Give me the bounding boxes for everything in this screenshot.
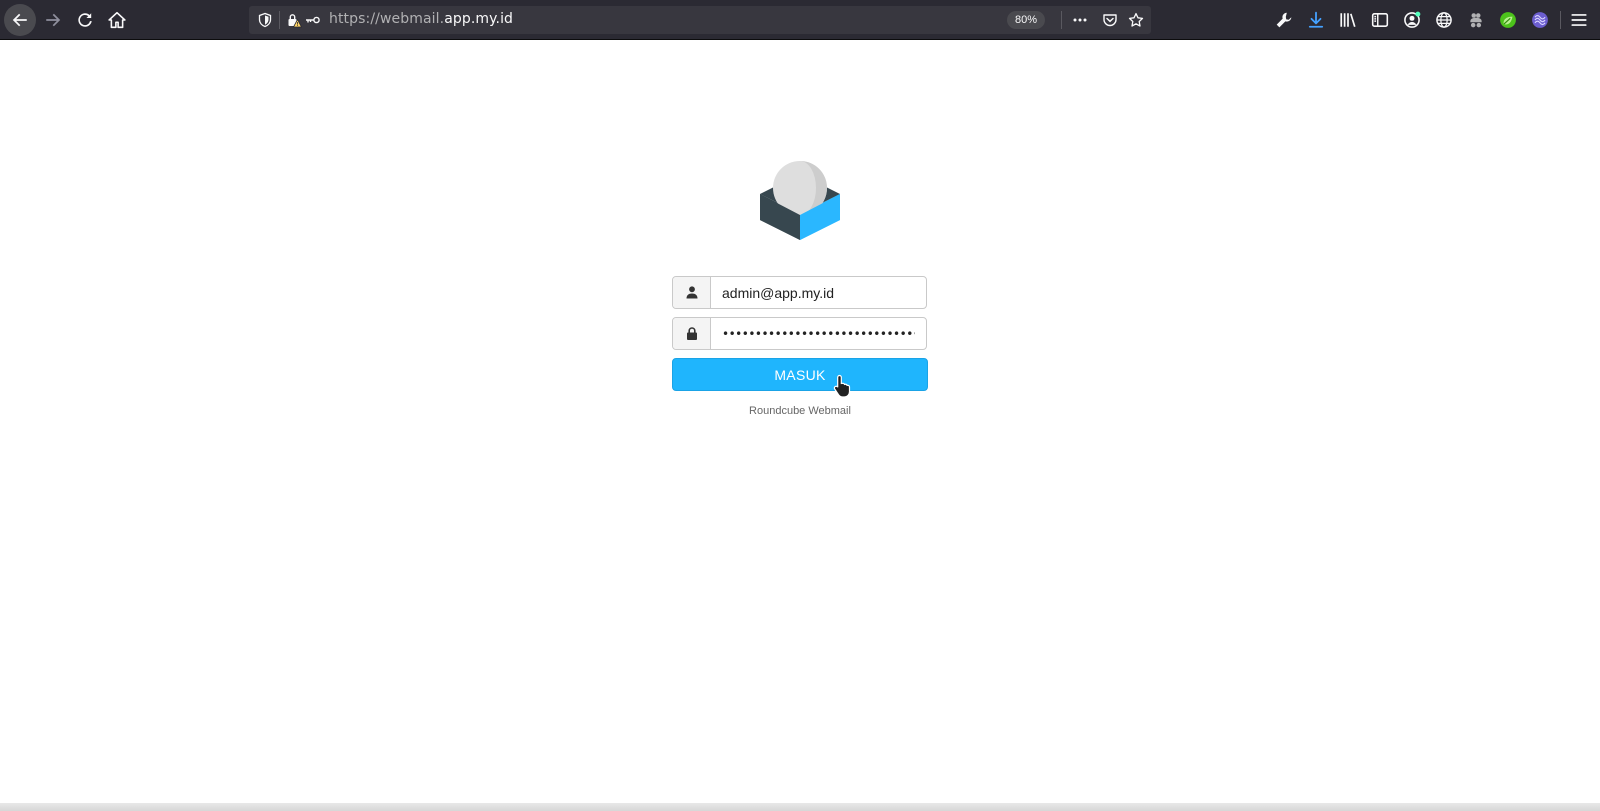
url-text: https://webmail.app.my.id bbox=[329, 11, 513, 27]
account-icon[interactable] bbox=[1401, 9, 1423, 31]
back-button[interactable] bbox=[4, 4, 36, 36]
username-input[interactable] bbox=[711, 277, 926, 308]
reload-button[interactable] bbox=[70, 5, 100, 35]
user-icon bbox=[673, 277, 711, 308]
puzzle-extension-icon[interactable] bbox=[1465, 9, 1487, 31]
product-name: Roundcube Webmail bbox=[749, 405, 851, 417]
sidebar-icon[interactable] bbox=[1369, 9, 1391, 31]
tracking-shield-icon[interactable] bbox=[256, 11, 274, 29]
download-icon[interactable] bbox=[1305, 9, 1327, 31]
login-submit-button[interactable]: MASUK bbox=[672, 358, 928, 391]
bookmark-star-icon[interactable] bbox=[1127, 11, 1145, 29]
library-icon[interactable] bbox=[1337, 9, 1359, 31]
url-host: app.my.id bbox=[444, 11, 514, 27]
reload-icon bbox=[78, 13, 92, 27]
hamburger-menu-icon[interactable] bbox=[1568, 9, 1590, 31]
username-field bbox=[672, 276, 927, 309]
url-separator-right bbox=[1061, 11, 1062, 29]
url-separator bbox=[279, 11, 280, 29]
toolbar-separator bbox=[1560, 11, 1561, 29]
pocket-icon[interactable] bbox=[1101, 11, 1119, 29]
zoom-badge[interactable]: 80% bbox=[1007, 11, 1045, 29]
url-bar[interactable]: https://webmail.app.my.id 80% bbox=[249, 6, 1151, 34]
globe-icon[interactable] bbox=[1433, 9, 1455, 31]
password-field bbox=[672, 317, 927, 350]
wrench-icon[interactable] bbox=[1273, 9, 1295, 31]
forward-arrow-icon bbox=[46, 13, 61, 27]
forward-button[interactable] bbox=[38, 5, 68, 35]
back-arrow-icon bbox=[12, 13, 27, 27]
home-icon bbox=[108, 11, 126, 29]
key-icon[interactable] bbox=[304, 11, 322, 29]
leaf-extension-icon[interactable] bbox=[1497, 9, 1519, 31]
more-actions-icon[interactable] bbox=[1071, 11, 1089, 29]
insecure-lock-icon[interactable] bbox=[285, 11, 303, 29]
password-input[interactable] bbox=[711, 318, 926, 349]
bottom-scroll-strip bbox=[0, 803, 1600, 811]
lock-icon bbox=[673, 318, 711, 349]
home-button[interactable] bbox=[102, 5, 132, 35]
browser-toolbar: https://webmail.app.my.id 80% bbox=[0, 0, 1600, 40]
url-prefix: https://webmail. bbox=[329, 11, 445, 27]
roundcube-logo bbox=[760, 161, 840, 240]
hand-pointer-cursor-icon bbox=[833, 374, 851, 398]
purple-extension-icon[interactable] bbox=[1529, 9, 1551, 31]
